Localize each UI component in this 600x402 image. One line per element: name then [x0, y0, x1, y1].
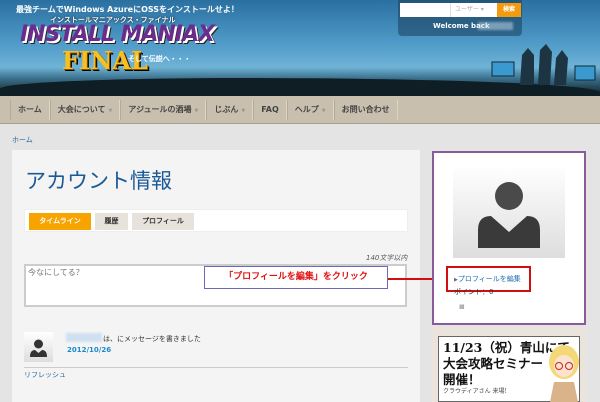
nav-self[interactable]: じぶん ▼ [206, 99, 254, 120]
nav-contact[interactable]: お問い合わせ [333, 99, 398, 120]
nav-label: じぶん [214, 104, 239, 114]
logo-main: INSTALL MANIAX [20, 22, 215, 47]
annotation-callout: 「プロフィールを編集」をクリック [204, 266, 388, 289]
tab-timeline[interactable]: タイムライン [29, 213, 91, 230]
site-logo[interactable]: インストールマニアックス・ファイナル INSTALL MANIAX FINAL … [0, 0, 260, 80]
user-icon [478, 182, 540, 248]
message-avatar[interactable] [24, 332, 53, 362]
tab-history[interactable]: 履歴 [95, 213, 128, 230]
nav-home[interactable]: ホーム [10, 99, 50, 120]
search-scope-label: ユーザー [455, 6, 479, 13]
nav-tavern[interactable]: アジュールの酒場 ▼ [120, 99, 207, 120]
refresh-link[interactable]: リフレッシュ [24, 370, 66, 380]
nav-faq[interactable]: FAQ [253, 99, 287, 120]
caret-down-icon: ▼ [321, 107, 326, 114]
user-icon [30, 339, 47, 357]
nav-label: 大会について [57, 104, 106, 114]
level-bars: IIIIII [459, 304, 465, 311]
tab-profile[interactable]: プロフィール [132, 213, 194, 230]
nav-label: アジュールの酒場 [128, 104, 192, 114]
mascot-illustration [549, 345, 579, 402]
message-date[interactable]: 2012/10/26 [67, 346, 111, 354]
nav-label: お問い合わせ [341, 104, 390, 114]
message-username-blurred[interactable] [66, 333, 102, 342]
points: ポイント：0 [454, 288, 494, 296]
edit-profile-link[interactable]: ▶プロフィールを編集 [454, 274, 521, 284]
tab-bar: タイムライン 履歴 プロフィール [24, 209, 408, 232]
search-input[interactable] [400, 3, 450, 17]
caret-down-icon: ▼ [194, 107, 199, 114]
divider [24, 367, 408, 368]
edit-profile-label: プロフィールを編集 [457, 275, 521, 283]
breadcrumb-home[interactable]: ホーム [12, 135, 33, 145]
char-limit: 140文字以内 [366, 254, 408, 262]
page-title: アカウント情報 [25, 169, 172, 193]
search-button[interactable]: 検索 [497, 3, 521, 17]
nav-label: ヘルプ [294, 104, 319, 114]
username-blurred [478, 22, 513, 30]
nav-help[interactable]: ヘルプ ▼ [286, 99, 334, 120]
search-scope-select[interactable]: ユーザー ▾ [450, 3, 498, 17]
nav-label: FAQ [261, 104, 279, 114]
profile-avatar [453, 166, 565, 258]
message-text: は、にメッセージを書きました [103, 335, 201, 343]
nav-about[interactable]: 大会について ▼ [49, 99, 121, 120]
logo-tagline: そして伝説へ・・・ [128, 55, 191, 63]
silhouette-figures [491, 44, 596, 85]
caret-down-icon: ▼ [108, 107, 113, 114]
caret-down-icon: ▼ [241, 107, 246, 114]
main-nav: ホーム 大会について ▼ アジュールの酒場 ▼ じぶん ▼ FAQ ヘルプ ▼ お問い合… [0, 96, 600, 124]
nav-label: ホーム [18, 104, 42, 114]
